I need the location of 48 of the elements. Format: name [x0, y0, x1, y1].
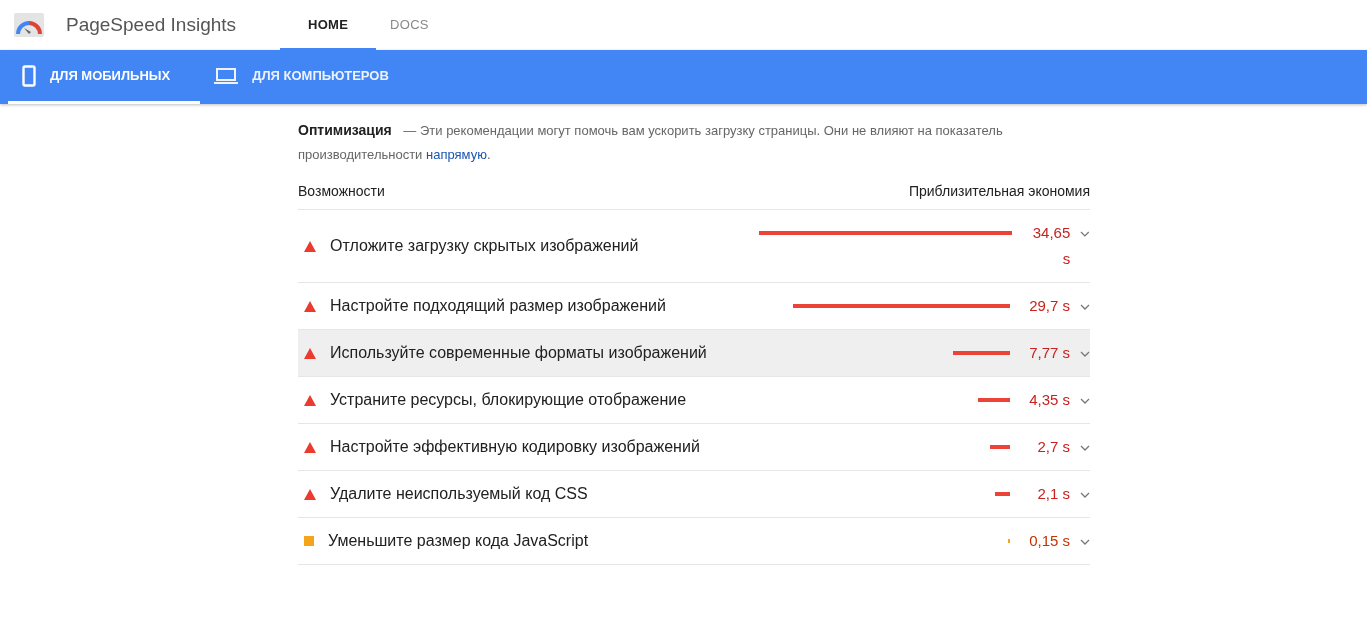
savings-bar: [990, 445, 1010, 449]
gauge-logo-icon: [14, 13, 44, 37]
savings-value: 2,7 s: [1036, 437, 1070, 457]
section-description: Оптимизация — Эти рекомендации могут помочь вам ускорить загрузку страницы. Они не влияют на показатель производительности напрямую.: [298, 121, 1004, 164]
savings-bar: [995, 492, 1010, 496]
warning-triangle-icon: [304, 240, 316, 252]
app-title: PageSpeed Insights: [66, 14, 237, 36]
opportunity-row[interactable]: Отложите загрузку скрытых изображений 34,65 s: [298, 210, 1090, 283]
savings-value: 0,15 s: [1028, 531, 1070, 551]
highlighted-row[interactable]: Используйте современные форматы изображений 7,77 s: [298, 330, 1090, 377]
chevron-down-icon[interactable]: [1080, 445, 1090, 451]
nav-tab[interactable]: DOCS: [376, 0, 443, 50]
savings-bar: [953, 351, 1010, 355]
opportunity-title[interactable]: Устраните ресурсы, блокирующие отображение: [330, 387, 750, 413]
warning-triangle-icon: [304, 347, 316, 359]
warning-triangle-icon: [304, 488, 316, 500]
savings-bar: [978, 398, 1010, 402]
chevron-down-icon[interactable]: [1080, 398, 1090, 404]
opportunity-title[interactable]: Используйте современные форматы изображений: [330, 340, 750, 366]
opportunity-row[interactable]: Уменьшите размер кода JavaScript 0,15 s: [298, 518, 1090, 565]
link[interactable]: напрямую: [426, 147, 487, 162]
laptop-icon: [214, 66, 239, 85]
device-tab[interactable]: ДЛЯ МОБИЛЬНЫХ: [8, 50, 201, 104]
chevron-down-icon[interactable]: [1080, 304, 1090, 310]
square-icon: [304, 536, 314, 546]
chevron-down-icon[interactable]: [1080, 231, 1090, 237]
opportunity-row[interactable]: Настройте эффективную кодировку изображений 2,7 s: [298, 424, 1090, 471]
warning-triangle-icon: [304, 300, 316, 312]
opportunity-title[interactable]: Отложите загрузку скрытых изображений: [330, 233, 739, 259]
chevron-down-icon[interactable]: [1080, 492, 1090, 498]
savings-value: 34,65 s: [1031, 223, 1071, 269]
phone-icon: [22, 64, 36, 87]
warning-triangle-icon: [304, 394, 316, 406]
savings-value: 29,7 s: [1028, 296, 1070, 316]
chevron-down-icon[interactable]: [1080, 539, 1090, 545]
opportunity-row[interactable]: Устраните ресурсы, блокирующие отображение 4,35 s: [298, 377, 1090, 424]
savings-value: 4,35 s: [1028, 390, 1070, 410]
warning-triangle-icon: [304, 441, 316, 453]
opportunity-title[interactable]: Удалите неиспользуемый код CSS: [330, 481, 750, 507]
savings-value: 7,77 s: [1028, 343, 1070, 363]
column-header: Возможности: [298, 183, 385, 199]
opportunity-title[interactable]: Настройте подходящий размер изображений: [330, 293, 750, 319]
opportunity-row[interactable]: Удалите неиспользуемый код CSS 2,1 s: [298, 471, 1090, 518]
opportunity-title[interactable]: Уменьшите размер кода JavaScript: [328, 528, 748, 554]
chevron-down-icon[interactable]: [1080, 351, 1090, 357]
column-header: Приблизительная экономия: [908, 183, 1090, 199]
opportunity-title[interactable]: Настройте эффективную кодировку изображений: [330, 434, 750, 460]
savings-value: 2,1 s: [1036, 484, 1070, 504]
